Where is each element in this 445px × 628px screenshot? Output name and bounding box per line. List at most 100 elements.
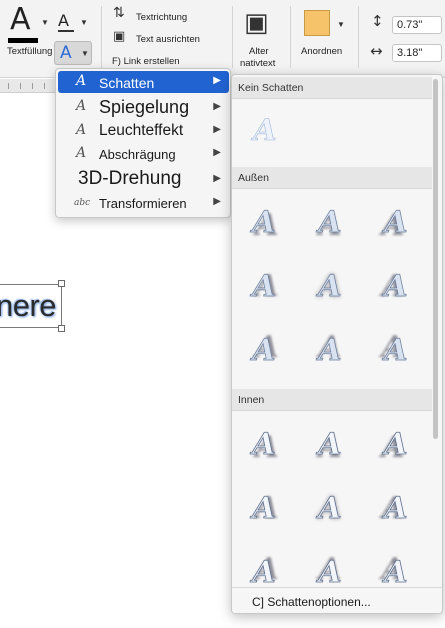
- shadow-preset-a-icon: A: [384, 491, 408, 527]
- menu-item-label: Transformieren: [99, 196, 187, 211]
- text-reflection-icon: A: [76, 98, 87, 114]
- shape-width-input[interactable]: 3.18": [392, 44, 442, 62]
- alt-text-label-line2[interactable]: nativtext: [240, 58, 275, 69]
- menu-item-3d-drehung[interactable]: 3D-Drehung ▶: [58, 167, 229, 191]
- menu-item-label: Schatten: [99, 75, 155, 91]
- shadow-preset-inner-1[interactable]: A: [244, 425, 284, 465]
- menu-item-transformieren[interactable]: abc Transformieren ▶: [58, 192, 229, 214]
- shadow-options-button[interactable]: C] Schattenoptionen...: [232, 587, 442, 613]
- align-text-icon: ▣: [113, 29, 126, 44]
- shadow-preset-a-icon: A: [252, 205, 276, 241]
- ruler-tick: [44, 83, 45, 89]
- ribbon-divider: [358, 6, 359, 68]
- text-effects-menu: A Schatten ▶ A Spiegelung ▶ A Leuchteffe…: [55, 68, 231, 218]
- document-text[interactable]: nere: [0, 288, 57, 324]
- section-header-none: Kein Schatten: [232, 77, 432, 99]
- shadow-gallery: Kein Schatten A Außen A A A A A A A A A …: [231, 74, 443, 614]
- shadow-options-label: C] Schattenoptionen...: [252, 595, 371, 609]
- menu-item-schatten[interactable]: A Schatten ▶: [58, 71, 229, 93]
- shadow-preset-a-icon: A: [252, 427, 276, 463]
- resize-handle[interactable]: [58, 280, 65, 287]
- section-header-inner: Innen: [232, 389, 432, 411]
- shadow-preset-inner-2[interactable]: A: [310, 425, 350, 465]
- shadow-preset-a-icon: A: [252, 491, 276, 527]
- shadow-preset-a-icon: A: [384, 205, 408, 241]
- submenu-arrow-icon: ▶: [213, 124, 221, 135]
- menu-item-label: 3D-Drehung: [78, 168, 182, 189]
- submenu-arrow-icon: ▶: [213, 196, 221, 207]
- shadow-preset-a-icon: A: [318, 269, 342, 305]
- arrange-button[interactable]: Anordnen: [301, 46, 342, 57]
- shadow-preset-a-icon: A: [384, 269, 408, 305]
- shadow-preset-a-icon: A: [318, 205, 342, 241]
- shadow-preset-outer-9[interactable]: A: [376, 331, 416, 371]
- text-effects-icon: A: [60, 43, 72, 63]
- section-title: Kein Schatten: [238, 82, 304, 94]
- menu-item-label: Abschrägung: [99, 147, 176, 162]
- shadow-preset-a-icon: A: [253, 113, 277, 149]
- section-title: Innen: [238, 394, 265, 406]
- shadow-preset-a-icon: A: [384, 333, 408, 369]
- resize-handle[interactable]: [58, 325, 65, 332]
- menu-item-spiegelung[interactable]: A Spiegelung ▶: [58, 95, 229, 119]
- shadow-preset-a-icon: A: [384, 427, 408, 463]
- chevron-down-icon: ▼: [81, 49, 89, 58]
- shadow-preset-a-icon: A: [252, 333, 276, 369]
- textfill-label: Textfüllung: [7, 46, 53, 57]
- text-direction-button[interactable]: Textrichtung: [136, 12, 187, 23]
- chevron-down-icon[interactable]: ▼: [41, 18, 49, 27]
- shadow-preset-inner-5[interactable]: A: [310, 489, 350, 529]
- ribbon-divider: [232, 6, 233, 68]
- shadow-preset-outer-3[interactable]: A: [376, 203, 416, 243]
- shadow-preset-none[interactable]: A: [245, 111, 285, 151]
- section-title: Außen: [238, 172, 269, 184]
- ruler-tick: [32, 83, 33, 89]
- shadow-preset-outer-4[interactable]: A: [244, 267, 284, 307]
- menu-item-abschraegung[interactable]: A Abschrägung ▶: [58, 143, 229, 165]
- arrange-icon: [304, 10, 330, 36]
- shadow-preset-outer-7[interactable]: A: [244, 331, 284, 371]
- align-text-button[interactable]: Text ausrichten: [136, 34, 200, 45]
- text-outline-icon: A: [58, 11, 69, 30]
- shadow-preset-a-icon: A: [318, 333, 342, 369]
- create-link-button[interactable]: F) Link erstellen: [112, 56, 180, 67]
- shadow-preset-inner-6[interactable]: A: [376, 489, 416, 529]
- shape-height-icon: ↕: [371, 12, 384, 30]
- shadow-preset-outer-8[interactable]: A: [310, 331, 350, 371]
- alt-text-icon: ▣: [244, 8, 269, 38]
- shadow-preset-outer-6[interactable]: A: [376, 267, 416, 307]
- chevron-down-icon[interactable]: ▼: [337, 20, 345, 29]
- ribbon: A ▼ A ▼ Textfüllung A ▼ ⇅ Textrichtung ▣…: [0, 0, 445, 78]
- text-direction-icon: ⇅: [113, 5, 125, 21]
- alt-text-label-line1[interactable]: Alter: [249, 46, 269, 57]
- menu-item-leuchteffekt[interactable]: A Leuchteffekt ▶: [58, 120, 229, 142]
- shadow-preset-outer-2[interactable]: A: [310, 203, 350, 243]
- horizontal-ruler: [0, 79, 60, 93]
- text-transform-icon: abc: [74, 198, 91, 208]
- text-color-button[interactable]: A: [8, 2, 38, 43]
- text-shadow-icon: A: [76, 73, 87, 89]
- submenu-arrow-icon: ▶: [213, 101, 221, 112]
- shape-width-icon: ↔: [370, 42, 383, 60]
- menu-item-label: Spiegelung: [99, 97, 190, 117]
- text-glow-icon: A: [76, 122, 87, 138]
- shadow-preset-outer-1[interactable]: A: [244, 203, 284, 243]
- ruler-tick: [20, 83, 21, 89]
- shadow-preset-a-icon: A: [252, 269, 276, 305]
- text-effects-button[interactable]: A ▼: [54, 41, 92, 65]
- gallery-scrollbar[interactable]: [433, 79, 438, 439]
- font-color-swatch: [8, 38, 38, 43]
- shadow-preset-outer-5[interactable]: A: [310, 267, 350, 307]
- section-header-outer: Außen: [232, 167, 432, 189]
- shadow-preset-inner-3[interactable]: A: [376, 425, 416, 465]
- shape-height-input[interactable]: 0.73": [392, 16, 442, 34]
- menu-item-label: Leuchteffekt: [99, 122, 184, 139]
- chevron-down-icon[interactable]: ▼: [80, 18, 88, 27]
- ribbon-divider: [101, 6, 102, 68]
- ruler-tick: [8, 83, 9, 89]
- shadow-preset-inner-4[interactable]: A: [244, 489, 284, 529]
- text-outline-button[interactable]: A: [58, 11, 76, 32]
- submenu-arrow-icon: ▶: [213, 147, 221, 158]
- submenu-arrow-icon: ▶: [213, 173, 221, 184]
- submenu-arrow-icon: ▶: [213, 75, 221, 86]
